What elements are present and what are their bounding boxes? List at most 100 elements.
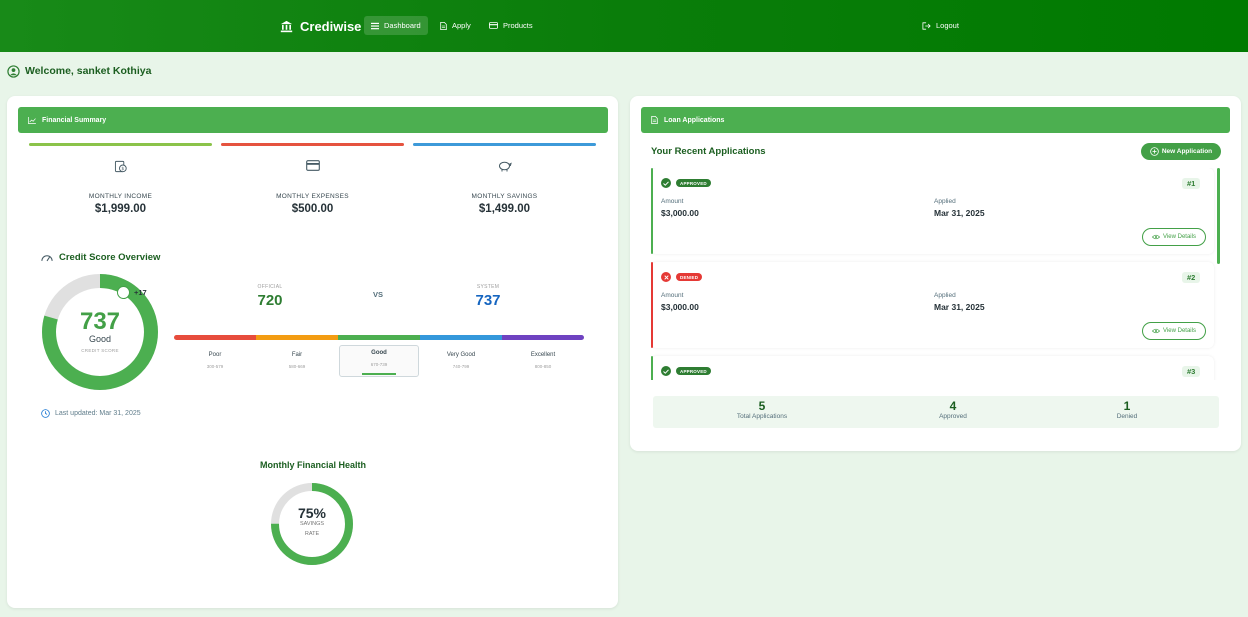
expenses-card-bar [221, 143, 404, 146]
savings-label: MONTHLY SAVINGS [471, 193, 538, 200]
financial-summary-title: Financial Summary [42, 116, 107, 124]
brand-name: Crediwise [300, 18, 362, 34]
credit-score-title: Credit Score Overview [41, 252, 160, 263]
stat-total-value: 5 [758, 399, 766, 413]
status-label: APPROVED [676, 367, 711, 375]
range-name-very-good: Very Good [446, 352, 476, 358]
welcome-message: Welcome, sanket Kothiya [7, 64, 151, 78]
range-name-good: Good [371, 350, 387, 356]
eye-icon [1152, 328, 1161, 334]
nav-apply[interactable]: Apply [433, 16, 478, 35]
savings-value: $1,499.00 [478, 203, 531, 215]
view-details-label: View Details [1163, 328, 1196, 334]
plus-circle-icon [1150, 147, 1159, 156]
range-bar-poor [174, 335, 256, 340]
stat-denied-value: 1 [1123, 399, 1131, 413]
system-score-value: 737 [475, 292, 501, 309]
application-card[interactable]: APPROVED #3 [651, 356, 1214, 380]
savings-rate-donut: 75% SAVINGS RATE [269, 481, 355, 567]
expenses-value: $500.00 [291, 203, 334, 215]
savings-rate-caption-2: RATE [304, 531, 320, 537]
range-name-excellent: Excellent [530, 352, 556, 358]
logout-button[interactable]: Logout [915, 16, 966, 35]
credit-score-title-text: Credit Score Overview [59, 252, 161, 263]
range-value-good: 670-739 [370, 362, 388, 367]
income-icon: $ [114, 160, 127, 172]
amount-label: Amount [661, 292, 684, 299]
status-badge: DENIED [661, 272, 703, 282]
nav-products[interactable]: Products [482, 16, 540, 35]
range-name-poor: Poor [208, 352, 222, 358]
check-circle-icon [661, 178, 671, 188]
eye-icon [1152, 234, 1161, 240]
check-circle-icon [661, 366, 671, 376]
nav-dashboard[interactable]: Dashboard [364, 16, 428, 35]
welcome-text: Welcome, sanket Kothiya [25, 65, 152, 77]
range-highlight-underline [362, 373, 396, 375]
range-value-excellent: 800-850 [534, 364, 552, 369]
chart-line-icon [28, 116, 36, 124]
nav-products-label: Products [503, 21, 533, 30]
view-details-label: View Details [1163, 234, 1196, 240]
financial-health-title: Monthly Financial Health [259, 460, 366, 470]
last-updated-text: Last updated: Mar 31, 2025 [55, 410, 141, 417]
expenses-card: MONTHLY EXPENSES $500.00 [221, 143, 404, 233]
nav-dashboard-label: Dashboard [384, 21, 421, 30]
income-card-bar [29, 143, 212, 146]
view-details-button[interactable]: View Details [1142, 228, 1206, 246]
scrollbar-thumb[interactable] [1217, 168, 1220, 264]
score-change-value: +17 [134, 288, 147, 297]
range-bar-excellent [502, 335, 584, 340]
income-value: $1,999.00 [94, 203, 147, 215]
application-number: #1 [1182, 178, 1201, 189]
official-score-value: 720 [257, 292, 283, 309]
range-bar-very-good [420, 335, 502, 340]
dashboard-icon [371, 22, 379, 29]
stat-approved-label: Approved [939, 413, 967, 420]
new-application-button[interactable]: New Application [1141, 143, 1221, 160]
application-stats: 5 Total Applications 4 Approved 1 Denied [653, 396, 1219, 428]
expenses-label: MONTHLY EXPENSES [276, 193, 349, 200]
view-details-button[interactable]: View Details [1142, 322, 1206, 340]
document-icon [651, 116, 658, 124]
card-accent [651, 356, 653, 380]
official-score-label: OFFICIAL [257, 284, 283, 290]
vs-label: VS [373, 290, 384, 299]
score-change-icon [117, 286, 130, 299]
range-bar-good [338, 335, 420, 340]
amount-value: $3,000.00 [661, 302, 699, 312]
applied-label: Applied [934, 198, 956, 205]
brand[interactable]: Crediwise [280, 17, 361, 35]
income-label: MONTHLY INCOME [88, 193, 153, 200]
stat-denied-label: Denied [1116, 413, 1138, 420]
x-circle-icon [661, 272, 671, 282]
status-label: APPROVED [676, 179, 711, 187]
new-application-label: New Application [1161, 148, 1213, 155]
system-score-label: SYSTEM [476, 284, 500, 290]
logout-icon [922, 21, 931, 30]
income-card: $ MONTHLY INCOME $1,999.00 [29, 143, 212, 233]
card-icon [305, 160, 320, 171]
financial-summary-header: Financial Summary [18, 107, 608, 133]
savings-card-bar [413, 143, 596, 146]
card-icon [489, 22, 498, 29]
application-card[interactable]: APPROVED #1 Amount $3,000.00 Applied Mar… [651, 168, 1214, 254]
status-badge: APPROVED [661, 178, 711, 188]
document-icon [440, 21, 447, 30]
application-number: #2 [1182, 272, 1201, 283]
svg-text:$: $ [121, 166, 124, 172]
stat-total-label: Total Applications [736, 413, 788, 420]
stat-approved-value: 4 [949, 399, 957, 413]
applications-list[interactable]: APPROVED #1 Amount $3,000.00 Applied Mar… [651, 168, 1220, 380]
savings-rate-value: 75% [297, 505, 327, 521]
range-value-poor: 300-579 [206, 364, 224, 369]
status-badge: APPROVED [661, 366, 711, 376]
logout-label: Logout [936, 21, 959, 30]
nav-apply-label: Apply [452, 21, 471, 30]
range-bar-fair [256, 335, 338, 340]
applied-value: Mar 31, 2025 [934, 302, 985, 312]
application-card[interactable]: DENIED #2 Amount $3,000.00 Applied Mar 3… [651, 262, 1214, 348]
range-value-very-good: 740-799 [452, 364, 470, 369]
range-name-fair: Fair [291, 352, 303, 358]
amount-label: Amount [661, 198, 684, 205]
